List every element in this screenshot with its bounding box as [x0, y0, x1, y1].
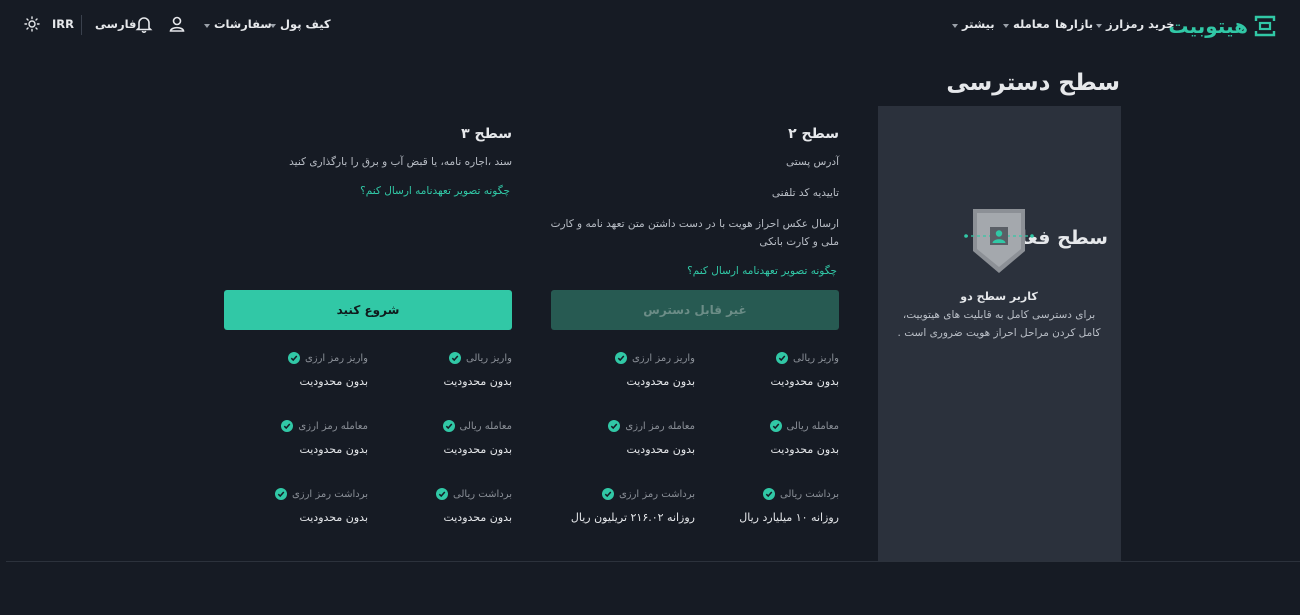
chevron-down-icon — [1096, 23, 1102, 28]
header-divider — [81, 15, 82, 35]
nav-wallet[interactable]: کیف پول — [270, 17, 331, 31]
level3-req-document: سند ،اجاره نامه، یا قبض آب و برق را بارگ… — [289, 156, 512, 168]
feature-value: بدون محدودیت — [443, 511, 512, 524]
level2-req-photo: ارسال عکس احراز هویت با در دست داشتن متن… — [550, 218, 839, 248]
feature-value: روزانه ۲۱۶.۰۲ تریلیون ریال — [570, 511, 695, 524]
chevron-down-icon — [204, 23, 210, 28]
feature-label: معامله ریالی — [786, 420, 839, 432]
nav-trade[interactable]: معامله — [1003, 17, 1050, 31]
level2-title: سطح ۲ — [788, 126, 839, 142]
feature-value: بدون محدودیت — [299, 443, 368, 456]
check-icon — [601, 488, 614, 500]
currency-selector[interactable]: IRR — [52, 17, 74, 31]
user-level-label: کاربر سطح دو — [960, 290, 1038, 303]
check-icon — [776, 352, 789, 364]
feature-value: بدون محدودیت — [299, 375, 368, 388]
feature-value: روزانه ۱۰ میلیارد ریال — [739, 511, 839, 524]
level3-start-button[interactable]: شروع کنید — [224, 290, 512, 330]
nav-markets[interactable]: بازارها — [1055, 17, 1093, 31]
bell-icon[interactable] — [135, 15, 153, 33]
feature-label: واریز رمز ارزی — [631, 352, 695, 364]
check-icon — [769, 420, 782, 432]
feature-value: بدون محدودیت — [443, 443, 512, 456]
nav-markets-label: بازارها — [1055, 17, 1094, 31]
sun-icon[interactable] — [24, 16, 40, 32]
level2-feature: واریز ریالی بدون محدودیت — [695, 351, 839, 388]
nav-buy-crypto[interactable]: خرید رمزارز — [1096, 17, 1174, 31]
check-icon — [436, 488, 449, 500]
feature-label: واریز رمز ارزی — [304, 352, 368, 364]
check-icon — [287, 352, 300, 364]
nav-buy-crypto-label: خرید رمزارز — [1106, 17, 1175, 31]
nav-wallet-label: کیف پول — [280, 17, 331, 31]
check-icon — [274, 488, 287, 500]
nav-more-label: بیشتر — [962, 17, 995, 31]
feature-value: بدون محدودیت — [299, 511, 368, 524]
footer-divider — [6, 561, 1300, 562]
feature-label: واریز ریالی — [466, 352, 512, 364]
level3-feature: معامله رمز ارزی بدون محدودیت — [224, 419, 368, 456]
language-selector[interactable]: فارسی — [95, 17, 136, 31]
logo-icon — [1254, 15, 1276, 37]
page-title: سطح دسترسی — [946, 70, 1120, 96]
level2-feature: معامله رمز ارزی بدون محدودیت — [551, 419, 695, 456]
feature-label: برداشت رمز ارزی — [618, 488, 695, 500]
feature-label: برداشت ریالی — [780, 488, 839, 500]
level2-feature: برداشت ریالی روزانه ۱۰ میلیارد ریال — [695, 487, 839, 524]
check-icon — [608, 420, 621, 432]
level2-req-postal: آدرس پستی — [785, 156, 839, 168]
language-label: فارسی — [95, 17, 137, 31]
logo[interactable]: هیتوبیت — [1168, 12, 1276, 40]
feature-value: بدون محدودیت — [626, 443, 695, 456]
feature-label: معامله رمز ارزی — [298, 420, 368, 432]
level3-title: سطح ۳ — [461, 126, 512, 142]
nav-more[interactable]: بیشتر — [952, 17, 995, 31]
level3-feature: برداشت رمز ارزی بدون محدودیت — [224, 487, 368, 524]
feature-value: بدون محدودیت — [770, 375, 839, 388]
feature-label: برداشت رمز ارزی — [291, 488, 368, 500]
check-icon — [442, 420, 455, 432]
feature-value: بدون محدودیت — [626, 375, 695, 388]
check-icon — [614, 352, 627, 364]
feature-value: بدون محدودیت — [770, 443, 839, 456]
nav-orders[interactable]: سفارشات — [204, 17, 272, 31]
level2-feature: معامله ریالی بدون محدودیت — [695, 419, 839, 456]
level3-feature: برداشت ریالی بدون محدودیت — [368, 487, 512, 524]
nav-orders-label: سفارشات — [214, 17, 272, 31]
feature-value: بدون محدودیت — [443, 375, 512, 388]
user-level-description: برای دسترسی کامل به قابلیت های هیتوبیت، … — [897, 309, 1101, 339]
user-icon[interactable] — [168, 15, 186, 33]
level3-help-link[interactable]: چگونه تصویر تعهدنامه ارسال کنم؟ — [360, 185, 510, 197]
check-icon — [763, 488, 776, 500]
shield-user-icon — [964, 209, 1034, 273]
chevron-down-icon — [1003, 23, 1009, 28]
level2-feature: واریز رمز ارزی بدون محدودیت — [551, 351, 695, 388]
nav-trade-label: معامله — [1013, 17, 1050, 31]
feature-label: معامله رمز ارزی — [625, 420, 695, 432]
level2-help-link[interactable]: چگونه تصویر تعهدنامه ارسال کنم؟ — [687, 265, 837, 277]
feature-label: برداشت ریالی — [453, 488, 512, 500]
level3-feature: واریز رمز ارزی بدون محدودیت — [224, 351, 368, 388]
level3-feature: معامله ریالی بدون محدودیت — [368, 419, 512, 456]
currency-label: IRR — [52, 17, 74, 31]
level2-req-phone: تاییدیه کد تلفنی — [771, 187, 839, 199]
feature-label: واریز ریالی — [793, 352, 839, 364]
check-icon — [281, 420, 294, 432]
logo-text: هیتوبیت — [1168, 14, 1248, 38]
chevron-down-icon — [952, 23, 958, 28]
level3-feature: واریز ریالی بدون محدودیت — [368, 351, 512, 388]
level2-feature: برداشت رمز ارزی روزانه ۲۱۶.۰۲ تریلیون ری… — [551, 487, 695, 524]
check-icon — [449, 352, 462, 364]
level2-unavailable-button: غیر قابل دسترس — [551, 290, 839, 330]
feature-label: معامله ریالی — [459, 420, 512, 432]
